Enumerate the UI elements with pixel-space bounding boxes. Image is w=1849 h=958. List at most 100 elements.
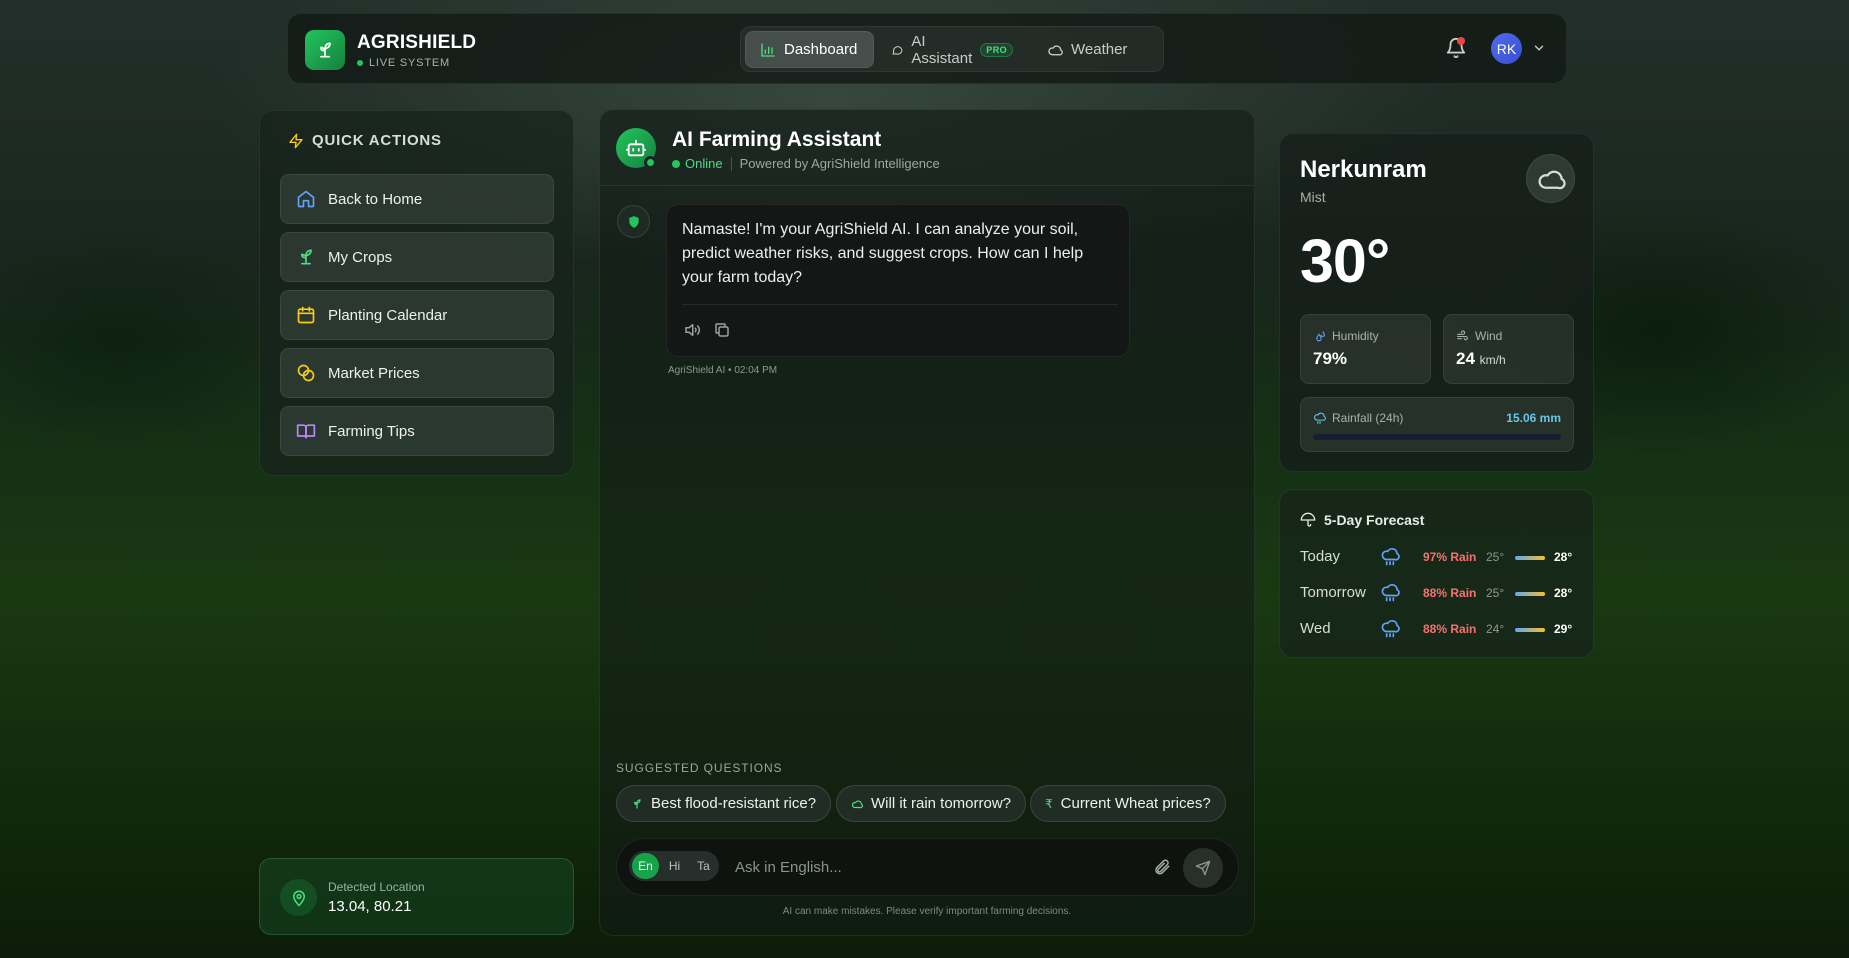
user-avatar[interactable]: RK bbox=[1491, 33, 1522, 64]
my-crops-button[interactable]: My Crops bbox=[280, 232, 554, 282]
ai-message-avatar bbox=[617, 205, 650, 238]
chat-message-input[interactable] bbox=[735, 852, 1135, 882]
tab-ai-assistant[interactable]: AI Assistant PRO bbox=[877, 31, 1027, 68]
divider bbox=[730, 156, 732, 171]
forecast-row: Today 97% Rain 25° 28° bbox=[1300, 547, 1580, 567]
weather-temperature: 30° bbox=[1300, 227, 1390, 295]
paperclip-icon[interactable] bbox=[1153, 858, 1171, 876]
farming-tips-button[interactable]: Farming Tips bbox=[280, 406, 554, 456]
divider bbox=[682, 304, 1118, 305]
sprout-icon bbox=[300, 249, 312, 265]
speaker-icon[interactable] bbox=[683, 321, 701, 339]
tab-weather[interactable]: Weather bbox=[1033, 31, 1161, 68]
brand-name: AGRISHIELD bbox=[357, 32, 477, 53]
sprout-icon bbox=[320, 42, 331, 58]
quick-actions-title-label: QUICK ACTIONS bbox=[312, 132, 442, 149]
umbrella-icon bbox=[1300, 512, 1316, 527]
map-pin-icon bbox=[280, 879, 317, 916]
rupee-icon: ₹ bbox=[1045, 796, 1053, 811]
language-hi[interactable]: Hi bbox=[661, 853, 688, 879]
suggestion-label: Will it rain tomorrow? bbox=[871, 795, 1012, 812]
language-ta[interactable]: Ta bbox=[690, 853, 717, 879]
logo[interactable] bbox=[305, 30, 345, 70]
powered-by: Powered by AgriShield Intelligence bbox=[739, 156, 940, 171]
back-to-home-button[interactable]: Back to Home bbox=[280, 174, 554, 224]
forecast-rain-chance: 88% Rain bbox=[1423, 586, 1477, 600]
forecast-row: Wed 88% Rain 24° 29° bbox=[1300, 619, 1580, 639]
suggestion-rain-tomorrow[interactable]: Will it rain tomorrow? bbox=[836, 785, 1027, 822]
suggestion-flood-resistant-rice[interactable]: Best flood-resistant rice? bbox=[616, 785, 832, 822]
current-weather-card: Nerkunram Mist 30° Humidity 79% Wind 24 … bbox=[1279, 133, 1594, 472]
suggestion-label: Current Wheat prices? bbox=[1060, 795, 1211, 812]
top-navigation-bar: AGRISHIELD LIVE SYSTEM Dashboard AI Assi… bbox=[287, 13, 1567, 84]
online-indicator bbox=[644, 156, 657, 169]
live-dot-icon bbox=[357, 60, 363, 66]
quick-actions-title: QUICK ACTIONS bbox=[288, 132, 442, 149]
chat-input-bar: En Hi Ta bbox=[616, 838, 1239, 896]
forecast-temp-bar bbox=[1515, 592, 1545, 596]
chevron-down-icon[interactable] bbox=[1532, 41, 1546, 55]
my-crops-label: My Crops bbox=[328, 248, 393, 266]
rainfall-value: 15.06 mm bbox=[1506, 411, 1561, 425]
calendar-icon bbox=[297, 306, 315, 324]
ai-message-text: Namaste! I'm your AgriShield AI. I can a… bbox=[682, 221, 1084, 286]
notification-dot bbox=[1457, 37, 1465, 45]
rainfall-label-row: Rainfall (24h) bbox=[1313, 411, 1403, 425]
humidity-label-row: Humidity bbox=[1313, 329, 1379, 343]
forecast-card: 5-Day Forecast Today 97% Rain 25° 28° To… bbox=[1279, 489, 1594, 658]
cloud-rain-icon bbox=[1381, 584, 1400, 602]
forecast-day: Tomorrow bbox=[1300, 584, 1366, 601]
wind-value-row: 24 km/h bbox=[1456, 349, 1506, 369]
humidity-value: 79% bbox=[1313, 349, 1348, 368]
cloud-icon bbox=[851, 800, 863, 808]
forecast-max: 28° bbox=[1554, 550, 1573, 564]
wind-card: Wind 24 km/h bbox=[1443, 314, 1574, 384]
chat-subtitle: Online Powered by AgriShield Intelligenc… bbox=[672, 156, 940, 171]
humidity-label: Humidity bbox=[1332, 329, 1379, 343]
forecast-max: 28° bbox=[1554, 586, 1573, 600]
bar-chart-icon bbox=[761, 42, 775, 57]
language-selector: En Hi Ta bbox=[627, 839, 721, 895]
forecast-max: 29° bbox=[1554, 622, 1573, 636]
rainfall-label: Rainfall (24h) bbox=[1332, 411, 1404, 425]
lightning-icon bbox=[289, 133, 303, 148]
wind-label: Wind bbox=[1475, 329, 1503, 343]
sprout-icon bbox=[633, 798, 641, 809]
forecast-title: 5-Day Forecast bbox=[1300, 512, 1424, 528]
humidity-card: Humidity 79% bbox=[1300, 314, 1431, 384]
book-icon bbox=[296, 424, 316, 439]
suggested-questions-label: SUGGESTED QUESTIONS bbox=[616, 761, 783, 775]
cloud-rain-icon bbox=[1381, 620, 1400, 638]
suggestion-label: Best flood-resistant rice? bbox=[651, 795, 817, 812]
wind-value: 24 bbox=[1456, 349, 1475, 368]
send-icon bbox=[1195, 860, 1211, 876]
chat-bubble-icon bbox=[892, 45, 903, 55]
forecast-row: Tomorrow 88% Rain 25° 28° bbox=[1300, 583, 1580, 603]
tab-dashboard-label: Dashboard bbox=[784, 41, 858, 58]
copy-icon[interactable] bbox=[713, 321, 731, 339]
tab-dashboard[interactable]: Dashboard bbox=[745, 31, 874, 68]
cloud-icon bbox=[1538, 170, 1566, 189]
weather-city: Nerkunram bbox=[1300, 156, 1427, 183]
language-en[interactable]: En bbox=[632, 853, 659, 879]
forecast-day: Today bbox=[1300, 548, 1341, 565]
suggestion-wheat-prices[interactable]: ₹ Current Wheat prices? bbox=[1030, 785, 1226, 822]
nav-tabs: Dashboard AI Assistant PRO Weather bbox=[740, 26, 1164, 72]
live-status: LIVE SYSTEM bbox=[357, 57, 450, 69]
droplets-icon bbox=[1316, 330, 1325, 341]
weather-condition: Mist bbox=[1300, 189, 1326, 205]
forecast-rain-chance: 97% Rain bbox=[1423, 550, 1477, 564]
forecast-min: 25° bbox=[1486, 550, 1505, 564]
send-button[interactable] bbox=[1183, 848, 1223, 888]
detected-location-card: Detected Location 13.04, 80.21 bbox=[259, 858, 574, 935]
planting-calendar-button[interactable]: Planting Calendar bbox=[280, 290, 554, 340]
forecast-title-label: 5-Day Forecast bbox=[1324, 512, 1425, 528]
market-prices-button[interactable]: Market Prices bbox=[280, 348, 554, 398]
live-status-label: LIVE SYSTEM bbox=[369, 57, 450, 69]
forecast-day: Wed bbox=[1300, 620, 1331, 637]
chat-panel: AI Farming Assistant Online Powered by A… bbox=[599, 109, 1255, 936]
location-label: Detected Location bbox=[328, 880, 425, 894]
ai-message-bubble: Namaste! I'm your AgriShield AI. I can a… bbox=[666, 204, 1130, 357]
ai-message-meta: AgriShield AI • 02:04 PM bbox=[668, 365, 778, 376]
shield-icon bbox=[628, 215, 639, 228]
